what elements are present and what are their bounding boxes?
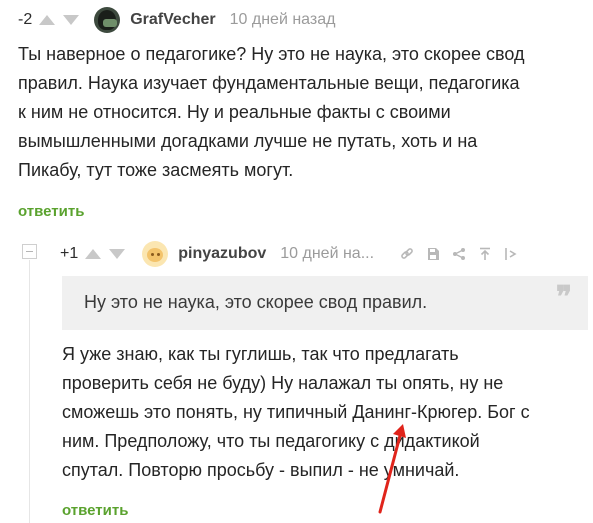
share-icon[interactable] xyxy=(452,247,466,261)
quote-text: Ну это не наука, это скорее свод правил. xyxy=(84,292,428,312)
quote-block: Ну это не наука, это скорее свод правил.… xyxy=(62,276,588,330)
downvote-icon[interactable] xyxy=(108,248,126,260)
comment-1-username[interactable]: GrafVecher xyxy=(130,11,215,29)
comment-1-text: Ты наверное о педагогике? Ну это не наук… xyxy=(18,40,586,185)
comment-1-time[interactable]: 10 дней назад xyxy=(230,11,336,29)
more-icon[interactable] xyxy=(504,247,518,261)
comment-1-line: вымышленными догадками лучше не путать, … xyxy=(18,131,478,151)
comment-2-time[interactable]: 10 дней на... xyxy=(280,245,374,263)
comment-2-header: +1 pinyazubov 10 дней на... xyxy=(60,240,518,268)
comment-1-line: Ты наверное о педагогике? Ну это не наук… xyxy=(18,44,525,64)
comment-2-username[interactable]: pinyazubov xyxy=(178,245,266,263)
comment-2-line: ним. Предположу, что ты педагогику с дид… xyxy=(62,431,480,451)
quote-mark-icon: ❞ xyxy=(555,280,572,315)
comment-2-line: сможешь это понять, ну типичный Данинг-К… xyxy=(62,402,530,422)
comment-1-line: правил. Наука изучает фундаментальные ве… xyxy=(18,73,520,93)
comment-1-line: Пикабу, тут тоже засмеять могут. xyxy=(18,160,294,180)
reply-button[interactable]: ответить xyxy=(62,502,128,519)
comment-2-line: Я уже знаю, как ты гуглишь, так что пред… xyxy=(62,344,459,364)
comment-1-line: к ним не относится. Ну и реальные факты … xyxy=(18,102,451,122)
comment-2-line: проверить себя не буду) Ну налажал ты оп… xyxy=(62,373,504,393)
comment-tools xyxy=(388,247,518,261)
avatar[interactable] xyxy=(94,7,121,33)
collapse-thread-button[interactable] xyxy=(22,244,37,259)
avatar[interactable] xyxy=(142,241,169,267)
save-icon[interactable] xyxy=(426,247,440,261)
comment-1-header: -2 GrafVecher 10 дней назад xyxy=(18,6,335,34)
comment-1-rating: -2 xyxy=(18,11,33,28)
comment-2-text: Я уже знаю, как ты гуглишь, так что пред… xyxy=(62,340,588,485)
red-arrow-annotation xyxy=(378,424,406,514)
comment-2-rating: +1 xyxy=(60,245,79,262)
thread-line[interactable] xyxy=(29,260,30,523)
comment-2-line: спутал. Повторю просьбу - выпил - не умн… xyxy=(62,460,460,480)
downvote-icon[interactable] xyxy=(62,14,80,26)
link-icon[interactable] xyxy=(400,247,414,261)
reply-button[interactable]: ответить xyxy=(18,203,84,220)
upvote-icon[interactable] xyxy=(38,14,56,26)
scroll-top-icon[interactable] xyxy=(478,247,492,261)
upvote-icon[interactable] xyxy=(84,248,102,260)
